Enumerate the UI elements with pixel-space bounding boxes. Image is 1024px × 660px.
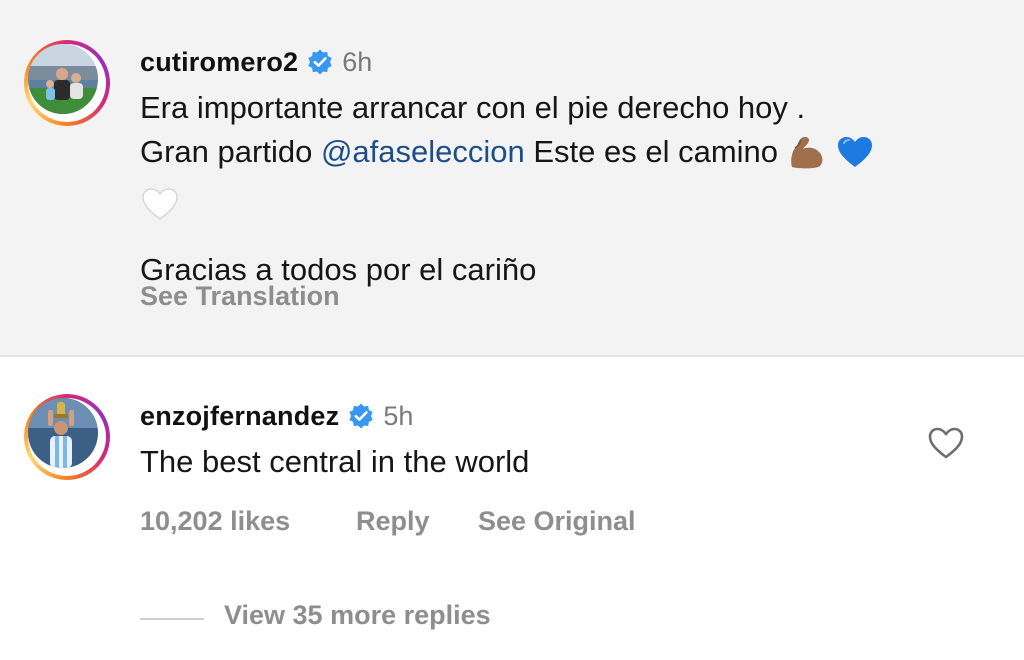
heart-icon xyxy=(928,427,964,459)
see-translation-button[interactable]: See Translation xyxy=(140,281,340,312)
see-original-button[interactable]: See Original xyxy=(478,506,636,537)
avatar[interactable] xyxy=(28,398,98,468)
caption-text: Era importante arrancar con el pie derec… xyxy=(140,86,1000,292)
avatar[interactable] xyxy=(28,44,98,114)
mention-link[interactable]: @afaseleccion xyxy=(321,134,525,169)
username[interactable]: cutiromero2 xyxy=(140,47,298,78)
timestamp: 5h xyxy=(383,400,414,431)
verified-badge-icon xyxy=(347,402,375,430)
verified-badge-icon xyxy=(306,48,334,76)
likes-count[interactable]: 10,202 likes xyxy=(140,506,290,537)
caption-line-1: Era importante arrancar con el pie derec… xyxy=(140,90,806,125)
reply-button[interactable]: Reply xyxy=(356,506,430,537)
comment-header: enzojfernandez 5h xyxy=(140,396,413,436)
like-button[interactable] xyxy=(926,424,966,462)
white-heart-emoji xyxy=(140,186,180,234)
caption-header: cutiromero2 6h xyxy=(140,42,372,82)
replies-divider xyxy=(140,618,204,620)
caption-line-2: Gran partido @afaseleccion Este es el ca… xyxy=(140,130,1000,182)
username[interactable]: enzojfernandez xyxy=(140,401,339,432)
story-ring[interactable] xyxy=(24,40,110,126)
blue-heart-emoji xyxy=(835,134,875,182)
caption-line-3 xyxy=(140,182,1000,234)
divider xyxy=(0,355,1024,357)
timestamp: 6h xyxy=(342,46,373,77)
post-caption: cutiromero2 6h Era importante arrancar c… xyxy=(0,0,1024,355)
comment-text: The best central in the world xyxy=(140,444,530,479)
view-replies-button[interactable]: View 35 more replies xyxy=(224,600,491,631)
story-ring[interactable] xyxy=(24,394,110,480)
flexed-biceps-emoji xyxy=(787,134,827,182)
